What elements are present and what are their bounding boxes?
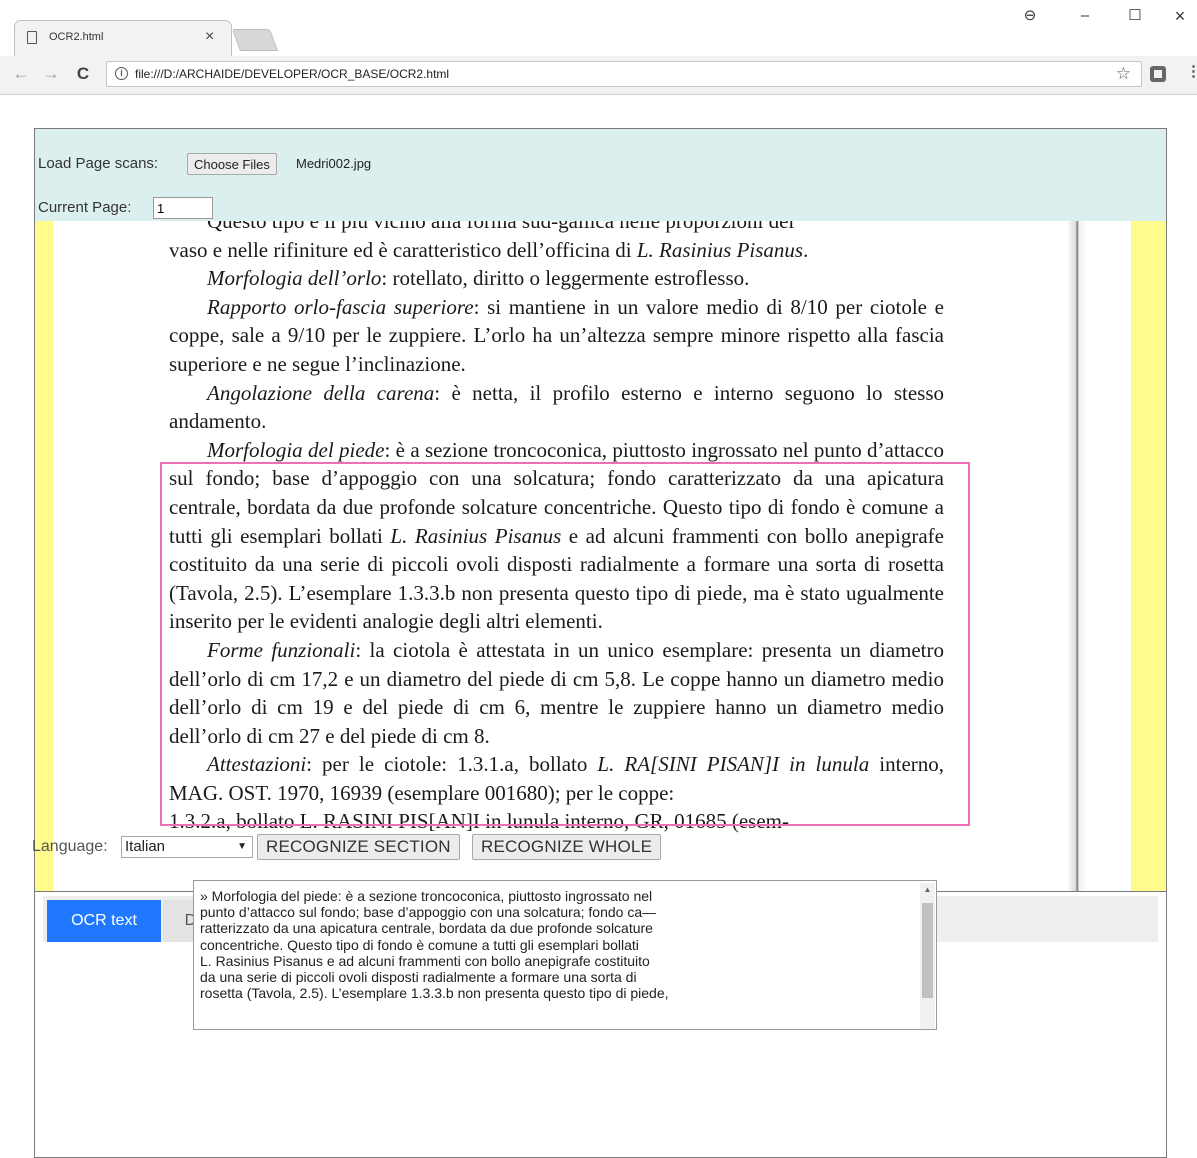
current-page-input[interactable] (153, 197, 213, 219)
current-page-label: Current Page: (38, 199, 132, 216)
browser-toolbar: ← → C i file:///D:/ARCHAIDE/DEVELOPER/OC… (0, 56, 1197, 95)
language-select[interactable]: Italian ▼ (121, 836, 253, 858)
language-label: Language: (32, 838, 108, 855)
recognize-whole-button[interactable]: RECOGNIZE WHOLE (472, 834, 662, 860)
selected-file-name: Medri002.jpg (296, 156, 372, 171)
language-selected-value: Italian (125, 838, 166, 855)
choose-files-button[interactable]: Choose Files (187, 153, 277, 175)
scan-line-partial: Questo tipo è il più vicino alla forma s… (207, 221, 795, 233)
scan-paragraph: Rapporto orlo-fascia superiore: si manti… (169, 294, 944, 376)
bookmark-star-icon[interactable]: ☆ (1116, 64, 1131, 84)
ocr-line: punto d’attacco sul fondo; base d’appogg… (200, 904, 657, 921)
load-label: Load Page scans: (38, 155, 159, 172)
scan-paragraph: vaso e nelle rifiniture ed è caratterist… (169, 237, 809, 262)
address-bar[interactable]: i file:///D:/ARCHAIDE/DEVELOPER/OCR_BASE… (106, 61, 1142, 87)
ocr-line: » Morfologia del piede: è a sezione tron… (200, 888, 653, 904)
back-icon[interactable]: ← (10, 62, 32, 86)
ocr-result-textarea[interactable]: » Morfologia del piede: è a sezione tron… (193, 880, 937, 1030)
ocr-line: concentriche. Questo tipo di fondo è com… (200, 936, 639, 953)
info-icon[interactable]: i (115, 67, 128, 80)
ocr-result-text: » Morfologia del piede: è a sezione tron… (200, 888, 905, 1001)
page-icon (27, 31, 37, 44)
ocr-line: da una serie di piccoli ovoli disposti r… (200, 969, 637, 986)
browser-titlebar: OCR2.html × ⊖ – ☐ × (0, 0, 1197, 56)
ocr-line: L. Rasinius Pisanus e ad alcuni framment… (200, 952, 650, 969)
scan-paragraph: Morfologia dell’orlo: rotellato, diritto… (207, 266, 750, 291)
browser-menu-icon[interactable]: ⋮ (1186, 62, 1197, 80)
scan-paragraph: Angolazione della carena: è netta, il pr… (169, 380, 944, 434)
tab-close-icon[interactable]: × (205, 28, 214, 46)
close-window-button[interactable]: × (1168, 6, 1192, 26)
extension-icon[interactable] (1150, 66, 1166, 82)
ocr-line: ratterizzato da una apicatura centrale, … (200, 920, 653, 937)
scroll-up-icon[interactable]: ▲ (920, 883, 935, 897)
profile-icon[interactable]: ⊖ (1018, 6, 1042, 26)
forward-icon[interactable]: → (40, 62, 62, 86)
reload-icon[interactable]: C (72, 62, 94, 86)
scan-viewer[interactable]: Questo tipo è il più vicino alla forma s… (35, 221, 1166, 892)
minimize-button[interactable]: – (1073, 6, 1097, 26)
url-text[interactable]: file:///D:/ARCHAIDE/DEVELOPER/OCR_BASE/O… (135, 67, 449, 81)
dropdown-arrow-icon: ▼ (237, 841, 247, 852)
recognize-section-button[interactable]: RECOGNIZE SECTION (257, 834, 460, 860)
scroll-thumb[interactable] (922, 903, 933, 998)
maximize-button[interactable]: ☐ (1123, 6, 1147, 26)
page-binding-edge (1067, 221, 1087, 891)
ocr-scrollbar[interactable]: ▲ (920, 883, 935, 1029)
tab-title: OCR2.html (49, 31, 104, 43)
tab-ocr-text[interactable]: OCR text (47, 900, 161, 942)
browser-tab[interactable]: OCR2.html × (14, 20, 232, 56)
new-tab-button[interactable] (231, 29, 279, 51)
load-panel: Load Page scans: Choose Files Medri002.j… (35, 129, 1166, 221)
selection-rectangle[interactable] (160, 462, 970, 826)
ocr-line: rosetta (Tavola, 2.5). L’esemplare 1.3.3… (200, 985, 669, 1002)
